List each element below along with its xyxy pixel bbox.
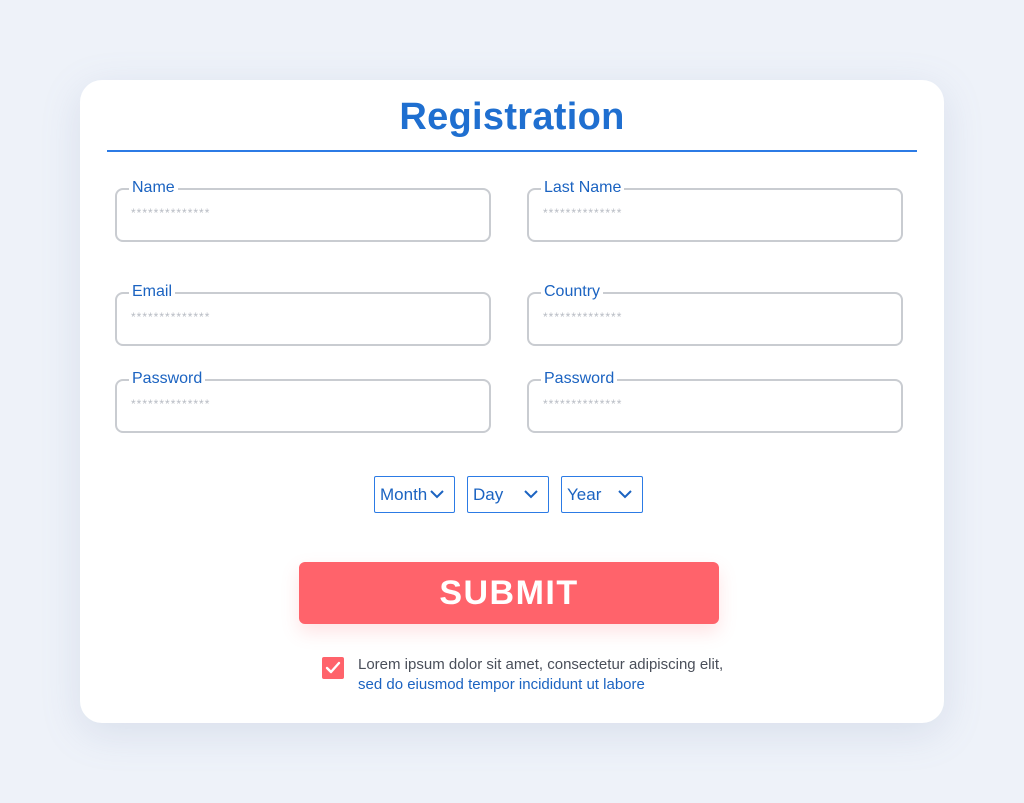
last-name-label: Last Name <box>541 178 625 198</box>
email-field[interactable]: Email <box>115 282 491 346</box>
agreement-text: Lorem ipsum dolor sit amet, consectetur … <box>358 655 738 695</box>
confirm-password-field[interactable]: Password <box>527 369 903 433</box>
country-label: Country <box>541 282 604 302</box>
email-input[interactable] <box>131 310 471 324</box>
password-label: Password <box>129 369 206 389</box>
registration-card: Registration Name Last Name Email Countr… <box>80 80 944 723</box>
title-divider <box>107 150 917 152</box>
password-input[interactable] <box>131 397 471 411</box>
chevron-down-icon <box>618 490 632 499</box>
submit-button[interactable]: SUBMIT <box>299 562 719 624</box>
agreement-link[interactable]: sed do eiusmod tempor incididunt ut labo… <box>358 676 645 693</box>
name-input[interactable] <box>131 206 471 220</box>
agreement-checkbox[interactable] <box>322 657 344 679</box>
month-select-label: Month <box>380 484 428 504</box>
year-select-label: Year <box>567 484 602 504</box>
name-field[interactable]: Name <box>115 178 491 242</box>
country-input[interactable] <box>543 310 883 324</box>
password-field[interactable]: Password <box>115 369 491 433</box>
chevron-down-icon <box>430 490 444 499</box>
month-select[interactable]: Month <box>374 476 455 513</box>
confirm-password-input[interactable] <box>543 397 883 411</box>
last-name-input[interactable] <box>543 206 883 220</box>
day-select-label: Day <box>473 484 504 504</box>
last-name-field[interactable]: Last Name <box>527 178 903 242</box>
name-label: Name <box>129 178 178 198</box>
country-field[interactable]: Country <box>527 282 903 346</box>
confirm-password-label: Password <box>541 369 618 389</box>
email-label: Email <box>129 282 176 302</box>
chevron-down-icon <box>524 490 538 499</box>
agreement-body: Lorem ipsum dolor sit amet, consectetur … <box>358 656 724 673</box>
year-select[interactable]: Year <box>561 476 643 513</box>
page-title: Registration <box>399 96 625 138</box>
day-select[interactable]: Day <box>467 476 549 513</box>
check-icon <box>325 661 341 674</box>
